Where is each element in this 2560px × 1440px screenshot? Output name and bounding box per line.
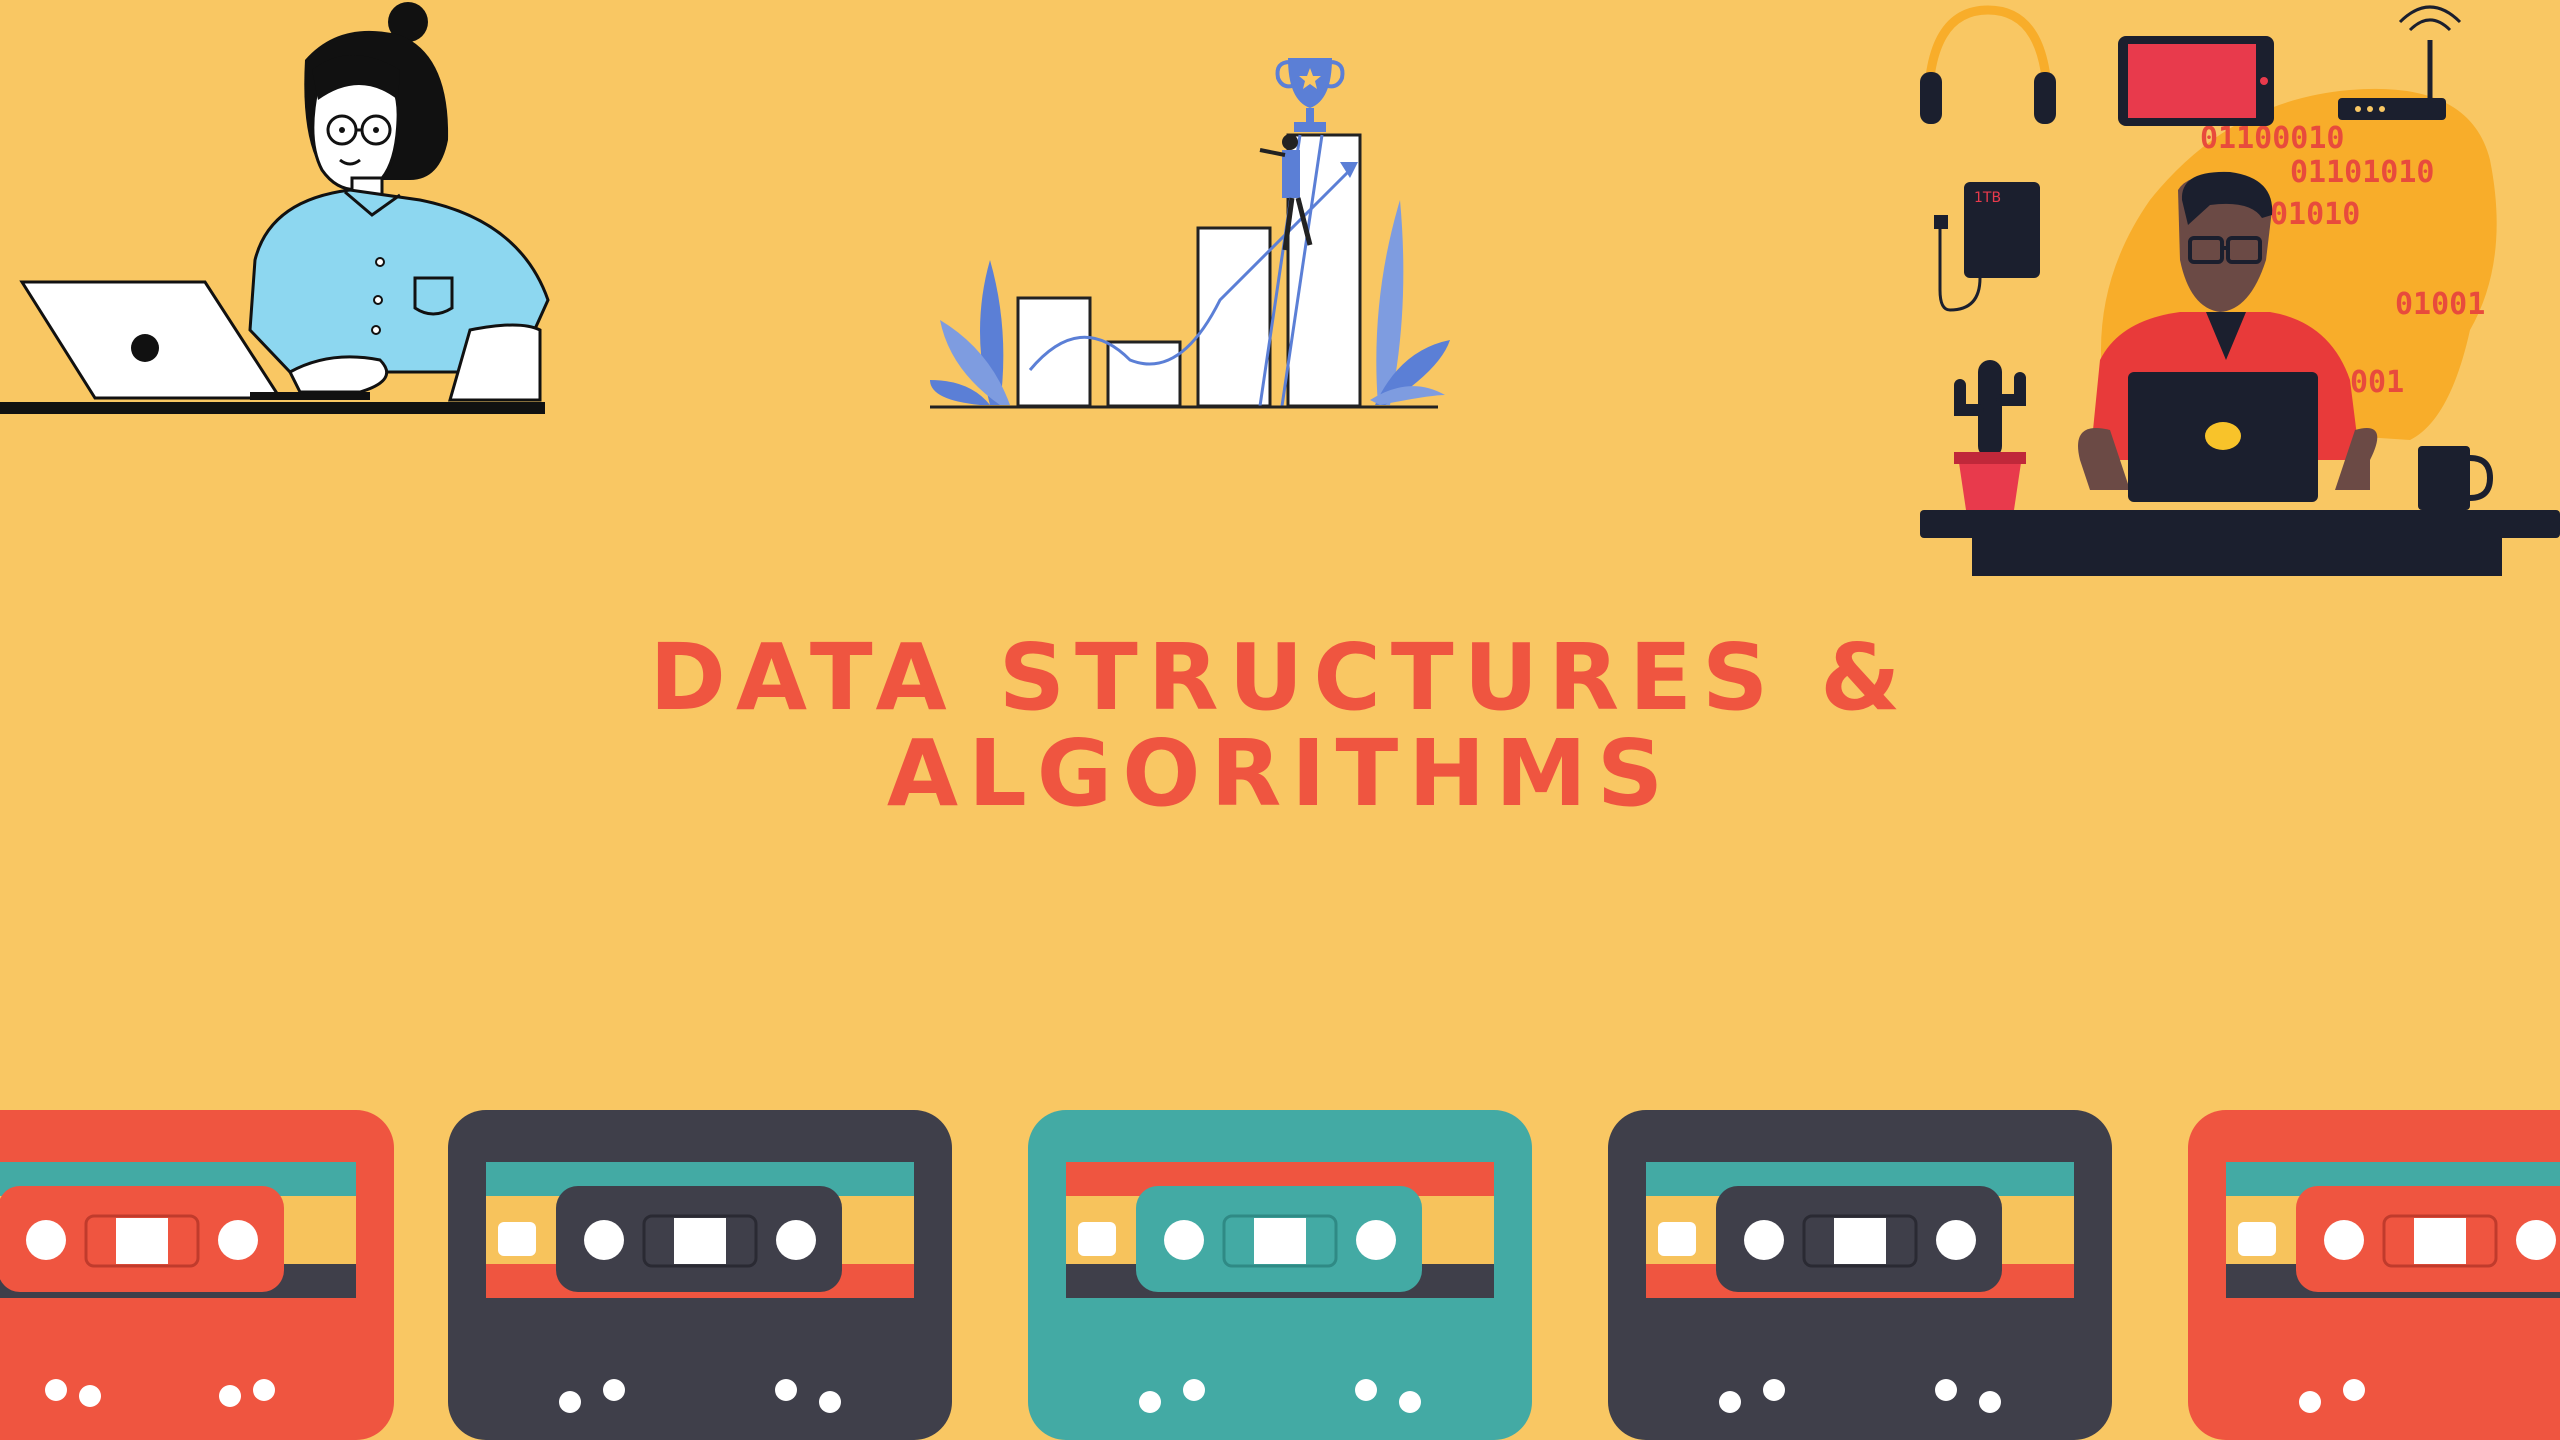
cassette-dark-1 <box>448 1110 952 1440</box>
slide-title: DATA STRUCTURES & ALGORITHMS <box>0 630 2560 822</box>
man-at-desk-with-devices-illustration: 01100010 01101010 01010 01001 001 1TB <box>1920 5 2560 576</box>
binary-line-4: 01001 <box>2395 287 2485 322</box>
cassette-red-right <box>2188 1110 2560 1440</box>
cassette-teal <box>1028 1110 1532 1440</box>
woman-with-laptop-illustration <box>0 2 550 414</box>
title-line-1: DATA STRUCTURES & <box>649 624 1911 731</box>
title-line-2: ALGORITHMS <box>886 720 1674 827</box>
slide-canvas: 01100010 01101010 01010 01001 001 1TB DA… <box>0 0 2560 1440</box>
binary-line-2: 01101010 <box>2290 155 2435 190</box>
binary-line-1: 01100010 <box>2200 121 2345 156</box>
cassette-dark-2 <box>1608 1110 2112 1440</box>
binary-line-3: 01010 <box>2270 197 2360 232</box>
hard-drive-label: 1TB <box>1974 190 2001 206</box>
binary-line-5: 001 <box>2350 365 2404 400</box>
growth-chart-with-trophy-illustration <box>930 58 1450 409</box>
cassette-row <box>0 1110 2560 1440</box>
cassette-red-left <box>0 1110 394 1440</box>
